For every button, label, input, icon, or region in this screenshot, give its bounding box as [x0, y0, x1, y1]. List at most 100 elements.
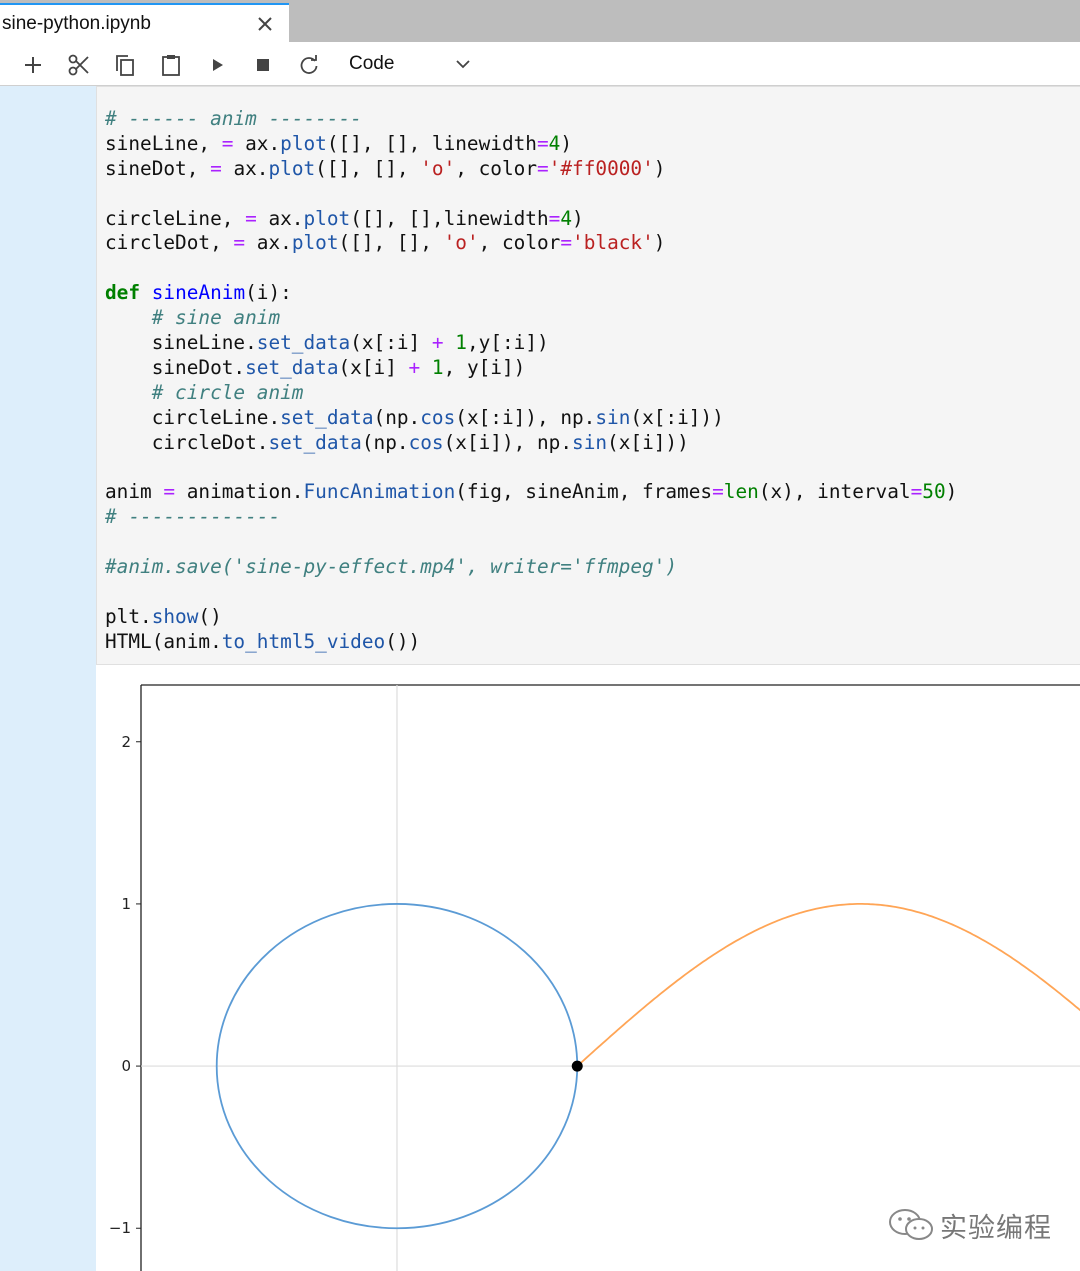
- code-token: (x[i]: [338, 355, 409, 379]
- code-token: 'o': [443, 231, 479, 255]
- run-icon[interactable]: [204, 52, 230, 78]
- code-token: set_data: [268, 430, 362, 454]
- code-line: def sineAnim(i):: [105, 281, 957, 306]
- y-tick-label: 0: [121, 1057, 131, 1075]
- code-token: (np.: [361, 430, 409, 454]
- matplotlib-figure: 2 1 0 −1: [109, 684, 1080, 1271]
- code-token: sineLine.: [105, 331, 257, 355]
- code-token: (x[i])): [607, 430, 689, 454]
- cell-type-label: Code: [349, 53, 395, 74]
- close-icon[interactable]: [252, 11, 278, 37]
- code-line: # circle anim: [105, 381, 957, 406]
- code-line: circleDot.set_data(np.cos(x[i]), np.sin(…: [105, 431, 957, 456]
- code-token: ([], [],: [315, 156, 421, 180]
- code-editor[interactable]: # ------ anim -------- sineLine, = ax.plo…: [105, 107, 957, 655]
- notebook-tab[interactable]: sine-python.ipynb: [0, 3, 289, 42]
- cell-prompt-area: [0, 86, 96, 1271]
- code-token: (np.: [373, 405, 421, 429]
- code-token: =: [245, 206, 257, 230]
- code-token: =: [712, 480, 724, 504]
- code-token: +: [408, 355, 421, 379]
- y-tick-label: 2: [121, 733, 131, 751]
- code-token: # -------------: [105, 505, 281, 529]
- code-token: sineDot.: [105, 355, 246, 379]
- code-token: plot: [291, 231, 339, 255]
- code-line: #anim.save('sine-py-effect.mp4', writer=…: [105, 555, 957, 580]
- code-token: (x[:i]), np.: [455, 405, 596, 429]
- paste-icon[interactable]: [158, 52, 184, 78]
- code-token: sineDot,: [105, 156, 211, 180]
- restart-icon[interactable]: [296, 52, 322, 78]
- code-token: # sine anim: [151, 306, 281, 330]
- code-token: (x[:i])): [630, 405, 724, 429]
- code-token: #anim.save('sine-py-effect.mp4', writer=…: [105, 555, 678, 579]
- code-line: sineLine.set_data(x[:i] + 1,y[:i]): [105, 331, 957, 356]
- code-token: ax.: [221, 156, 269, 180]
- code-token: =: [210, 156, 222, 180]
- code-token: HTML(anim.: [105, 629, 222, 653]
- code-token: =: [163, 480, 176, 504]
- code-line: circleLine, = ax.plot([], [],linewidth=4…: [105, 207, 957, 232]
- code-token: circleDot.: [105, 430, 269, 454]
- code-token: to_html5_video: [221, 629, 386, 653]
- code-token: ,y[:i]): [466, 331, 549, 355]
- code-line: plt.show(): [105, 605, 957, 630]
- code-line: circleLine.set_data(np.cos(x[:i]), np.si…: [105, 406, 957, 431]
- code-token: animation.: [175, 480, 304, 504]
- watermark: 实验编程: [888, 1204, 1058, 1244]
- add-cell-icon[interactable]: [20, 52, 46, 78]
- code-token: cos: [420, 405, 456, 429]
- code-token: ([], [], linewidth: [326, 131, 537, 155]
- code-line: anim = animation.FuncAnimation(fig, sine…: [105, 480, 957, 505]
- wechat-icon: [889, 1209, 933, 1240]
- code-token: ()): [385, 629, 421, 653]
- code-token: plot: [280, 131, 327, 155]
- code-token: sineAnim: [151, 281, 246, 305]
- code-token: ): [653, 231, 666, 255]
- code-token: set_data: [280, 405, 374, 429]
- code-token: FuncAnimation: [303, 480, 456, 504]
- code-token: =: [537, 156, 549, 180]
- code-token: (i):: [245, 281, 292, 305]
- code-token: ): [945, 480, 958, 504]
- code-token: show: [151, 604, 199, 628]
- sine-dot: [571, 1060, 583, 1072]
- sine-line: [576, 903, 1080, 1067]
- code-line: circleDot, = ax.plot([], [], 'o', color=…: [105, 231, 957, 256]
- code-token: set_data: [245, 355, 339, 379]
- watermark-text: 实验编程: [940, 1213, 1052, 1244]
- code-token: =: [221, 131, 234, 155]
- cut-icon[interactable]: [66, 52, 92, 78]
- chevron-down-icon: [456, 60, 470, 69]
- code-token: cos: [408, 430, 444, 454]
- code-token: 'o': [420, 156, 456, 180]
- code-line: # sine anim: [105, 306, 957, 331]
- code-token: , color: [478, 231, 561, 255]
- code-cell[interactable]: # ------ anim -------- sineLine, = ax.plo…: [96, 86, 1080, 665]
- stop-icon[interactable]: [250, 52, 276, 78]
- code-token: , color: [455, 156, 538, 180]
- cell-type-select[interactable]: Code: [340, 50, 480, 78]
- code-token: 1: [455, 331, 467, 355]
- code-token: (x[:i]: [350, 331, 432, 355]
- code-line: HTML(anim.to_html5_video()): [105, 630, 957, 655]
- code-token: 'black': [572, 231, 654, 255]
- code-token: '#ff0000': [548, 156, 654, 180]
- code-token: =: [536, 131, 549, 155]
- code-token: =: [910, 480, 923, 504]
- code-token: ([], [],: [338, 231, 444, 255]
- copy-icon[interactable]: [112, 52, 138, 78]
- code-token: =: [233, 231, 246, 255]
- code-token: ax.: [233, 131, 281, 155]
- y-tick-label: 1: [121, 895, 131, 913]
- code-token: 50: [922, 480, 946, 504]
- code-token: ): [572, 206, 584, 230]
